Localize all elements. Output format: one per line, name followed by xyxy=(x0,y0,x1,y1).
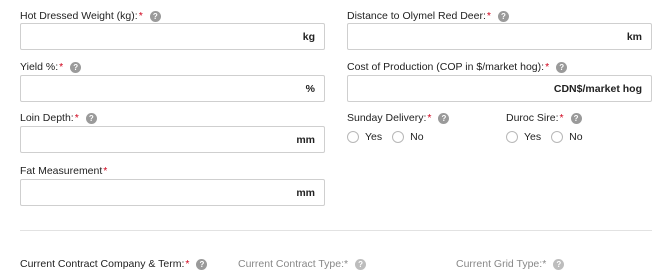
sunday-delivery-yes-label[interactable]: Yes xyxy=(365,131,382,143)
help-icon[interactable]: ? xyxy=(70,61,82,73)
current-contract-company-label: Current Contract Company & Term: * ? xyxy=(20,257,208,271)
help-icon[interactable]: ? xyxy=(497,10,509,22)
loin-depth-input[interactable]: mm xyxy=(20,126,325,153)
required-marker: * xyxy=(138,10,143,22)
required-marker: * xyxy=(103,165,108,177)
required-marker: * xyxy=(185,258,190,270)
sunday-delivery-label: Sunday Delivery: * ? xyxy=(347,111,450,125)
duroc-sire-no-label[interactable]: No xyxy=(569,131,582,143)
section-divider xyxy=(20,230,652,231)
current-contract-type-label: Current Contract Type: * ? xyxy=(238,257,367,271)
loin-depth-field: Loin Depth: * ? xyxy=(20,111,97,125)
yield-label: Yield %: * ? xyxy=(20,60,82,74)
duroc-sire-label: Duroc Sire: * ? xyxy=(506,111,582,125)
kg-unit-label: kg xyxy=(302,30,315,43)
current-contract-company-field: Current Contract Company & Term: * ? xyxy=(20,257,208,271)
yield-input[interactable]: % xyxy=(20,75,325,102)
sunday-delivery-no-radio[interactable] xyxy=(392,131,405,143)
mm-unit-label: mm xyxy=(296,186,315,199)
current-grid-type-label: Current Grid Type: * ? xyxy=(456,257,565,271)
sunday-delivery-options: Yes No xyxy=(347,130,434,144)
hot-dressed-weight-field: Hot Dressed Weight (kg): * ? xyxy=(20,9,161,23)
current-grid-type-field: Current Grid Type: * ? xyxy=(456,257,565,271)
hot-dressed-weight-input[interactable]: kg xyxy=(20,23,325,50)
hot-dressed-weight-label: Hot Dressed Weight (kg): * ? xyxy=(20,9,161,23)
fat-measurement-label: Fat Measurement * xyxy=(20,165,108,177)
cost-of-production-field: Cost of Production (COP in $/market hog)… xyxy=(347,60,568,74)
duroc-sire-field: Duroc Sire: * ? xyxy=(506,111,582,125)
percent-unit-label: % xyxy=(305,82,315,95)
duroc-sire-yes-radio[interactable] xyxy=(506,131,518,143)
loin-depth-label: Loin Depth: * ? xyxy=(20,111,97,125)
fat-measurement-input[interactable]: mm xyxy=(20,179,325,206)
required-marker: * xyxy=(427,112,432,124)
help-icon[interactable]: ? xyxy=(355,258,367,270)
duroc-sire-options: Yes No xyxy=(506,130,593,144)
help-icon[interactable]: ? xyxy=(196,258,208,270)
help-icon[interactable]: ? xyxy=(149,10,161,22)
sunday-delivery-field: Sunday Delivery: * ? xyxy=(347,111,450,125)
required-marker: * xyxy=(486,10,491,22)
sunday-delivery-yes-radio[interactable] xyxy=(347,131,359,143)
help-icon[interactable]: ? xyxy=(438,112,450,124)
required-marker: * xyxy=(59,61,64,73)
distance-input[interactable]: km xyxy=(347,23,652,50)
yield-field: Yield %: * ? xyxy=(20,60,82,74)
km-unit-label: km xyxy=(626,30,642,43)
cost-of-production-input[interactable]: CDN$/market hog xyxy=(347,75,652,102)
help-icon[interactable]: ? xyxy=(556,61,568,73)
cost-of-production-label: Cost of Production (COP in $/market hog)… xyxy=(347,60,568,74)
current-contract-type-field: Current Contract Type: * ? xyxy=(238,257,367,271)
help-icon[interactable]: ? xyxy=(570,112,582,124)
cdn-per-hog-unit-label: CDN$/market hog xyxy=(553,82,642,95)
duroc-sire-yes-label[interactable]: Yes xyxy=(524,131,541,143)
required-marker: * xyxy=(545,61,550,73)
duroc-sire-no-radio[interactable] xyxy=(551,131,564,143)
required-marker: * xyxy=(542,258,547,270)
help-icon[interactable]: ? xyxy=(553,258,565,270)
help-icon[interactable]: ? xyxy=(85,112,97,124)
required-marker: * xyxy=(344,258,349,270)
required-marker: * xyxy=(74,112,79,124)
fat-measurement-field: Fat Measurement * xyxy=(20,164,107,178)
distance-label: Distance to Olymel Red Deer: * ? xyxy=(347,9,509,23)
required-marker: * xyxy=(559,112,564,124)
distance-field: Distance to Olymel Red Deer: * ? xyxy=(347,9,509,23)
mm-unit-label: mm xyxy=(296,133,315,146)
sunday-delivery-no-label[interactable]: No xyxy=(410,131,423,143)
